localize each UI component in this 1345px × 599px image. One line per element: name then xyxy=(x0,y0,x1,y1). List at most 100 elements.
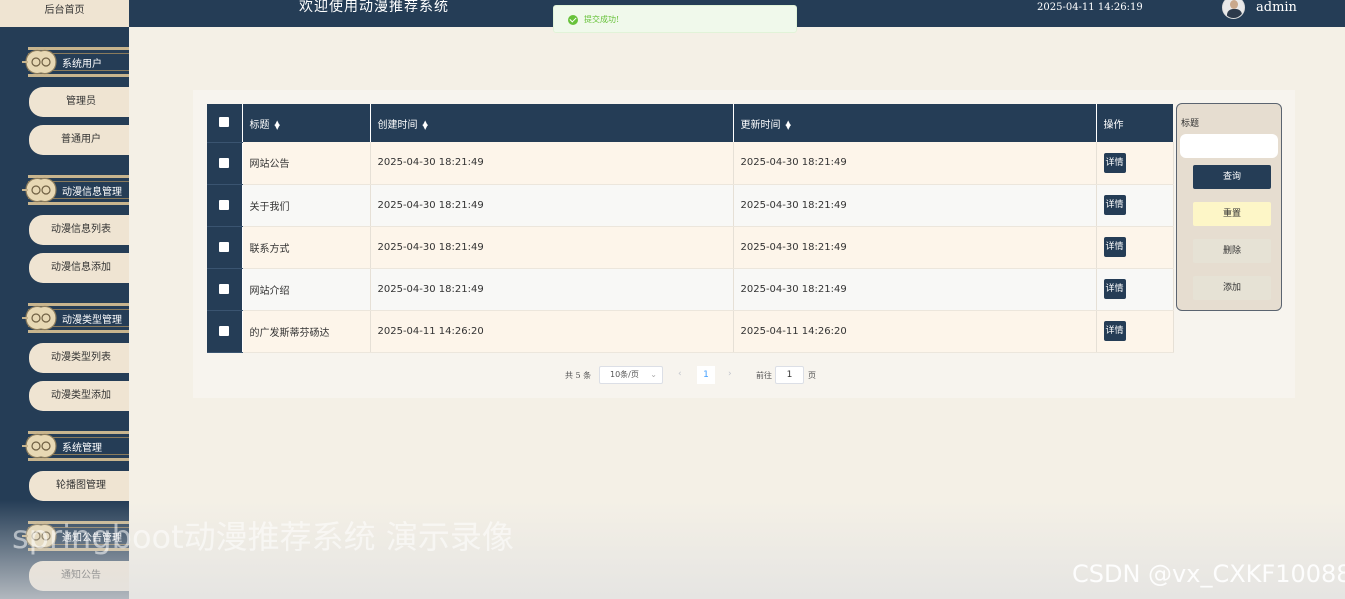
cell-updated: 2025-04-30 18:21:49 xyxy=(733,268,1097,311)
goto-suffix: 页 xyxy=(808,371,816,380)
cloud-ornament-icon xyxy=(22,305,57,331)
cell-title: 网站介绍 xyxy=(242,268,371,311)
delete-button[interactable]: 删除 xyxy=(1193,239,1271,263)
add-button[interactable]: 添加 xyxy=(1193,276,1271,300)
cell-action: 详情 xyxy=(1096,226,1174,269)
goto-page-input[interactable]: 1 xyxy=(775,366,804,384)
toast-message: 提交成功! xyxy=(584,15,620,24)
video-watermark: springboot动漫推荐系统 演示录像 xyxy=(12,518,514,556)
column-header-action: 操作 xyxy=(1096,104,1173,142)
sort-icon[interactable]: ▲ ▼ xyxy=(423,119,428,130)
search-title-input[interactable] xyxy=(1180,134,1278,158)
sidebar-item-type-list[interactable]: 动漫类型列表 xyxy=(29,343,129,373)
cell-action: 详情 xyxy=(1096,142,1174,185)
cell-action: 详情 xyxy=(1096,310,1174,353)
success-toast: 提交成功! xyxy=(553,5,797,33)
sidebar-item-admin[interactable]: 管理员 xyxy=(29,87,129,117)
row-checkbox[interactable] xyxy=(219,283,230,294)
row-checkbox[interactable] xyxy=(219,325,230,336)
sidebar: 后台首页 系统用户 管理员 普通用户 动漫信息管理 动漫信息列表 动漫信息添加 … xyxy=(0,0,129,599)
cell-created: 2025-04-11 14:26:20 xyxy=(370,310,734,353)
cell-action: 详情 xyxy=(1096,268,1174,311)
cell-updated: 2025-04-30 18:21:49 xyxy=(733,184,1097,227)
cell-created: 2025-04-30 18:21:49 xyxy=(370,142,734,185)
column-header-label: 创建时间 xyxy=(377,119,418,131)
sidebar-group-label: 动漫类型管理 xyxy=(62,315,122,326)
sidebar-item-carousel[interactable]: 轮播图管理 xyxy=(29,471,129,501)
query-button[interactable]: 查询 xyxy=(1193,165,1271,189)
reset-button[interactable]: 重置 xyxy=(1193,202,1271,226)
detail-button[interactable]: 详情 xyxy=(1103,152,1126,173)
goto-prefix: 前往 xyxy=(756,371,772,380)
page-number-current[interactable]: 1 xyxy=(697,366,715,384)
cell-title: 的广发斯蒂芬砀达 xyxy=(242,310,371,353)
table-row: 的广发斯蒂芬砀达 2025-04-11 14:26:20 2025-04-11 … xyxy=(207,310,1174,353)
success-check-icon xyxy=(568,15,578,25)
data-table: 标题 ▲ ▼ 创建时间 ▲ ▼ 更新时间 ▲ ▼ 操作 网站公告 2025-04-30 18… xyxy=(207,104,1174,353)
cell-updated: 2025-04-11 14:26:20 xyxy=(733,310,1097,353)
table-header-row: 标题 ▲ ▼ 创建时间 ▲ ▼ 更新时间 ▲ ▼ 操作 xyxy=(207,104,1173,143)
sort-icon[interactable]: ▲ ▼ xyxy=(275,119,280,130)
column-header-created[interactable]: 创建时间 ▲ ▼ xyxy=(370,104,734,142)
cell-created: 2025-04-30 18:21:49 xyxy=(370,226,734,269)
sidebar-group-label: 系统用户 xyxy=(62,59,102,70)
cell-title: 联系方式 xyxy=(242,226,371,269)
sidebar-item-type-add[interactable]: 动漫类型添加 xyxy=(29,381,129,411)
sidebar-group-anime-info[interactable]: 动漫信息管理 xyxy=(0,173,129,207)
chevron-down-icon: ⌄ xyxy=(650,370,657,379)
cell-action: 详情 xyxy=(1096,184,1174,227)
prev-page-button[interactable]: ‹ xyxy=(678,369,682,379)
page-size-value: 10条/页 xyxy=(610,370,639,379)
sidebar-item-normal-user[interactable]: 普通用户 xyxy=(29,125,129,155)
table-row: 联系方式 2025-04-30 18:21:49 2025-04-30 18:2… xyxy=(207,226,1174,269)
select-all-checkbox[interactable] xyxy=(219,117,230,128)
sidebar-group-system[interactable]: 系统管理 xyxy=(0,429,129,463)
column-header-updated[interactable]: 更新时间 ▲ ▼ xyxy=(733,104,1097,142)
cloud-ornament-icon xyxy=(22,433,57,459)
row-checkbox[interactable] xyxy=(219,241,230,252)
row-select-cell xyxy=(207,226,243,269)
detail-button[interactable]: 详情 xyxy=(1103,279,1126,299)
csdn-watermark: CSDN @vx_CXKF10088 xyxy=(1072,560,1345,588)
next-page-button[interactable]: › xyxy=(728,369,732,379)
table-row: 关于我们 2025-04-30 18:21:49 2025-04-30 18:2… xyxy=(207,184,1174,227)
sidebar-item-anime-add[interactable]: 动漫信息添加 xyxy=(29,253,129,283)
cell-created: 2025-04-30 18:21:49 xyxy=(370,184,734,227)
column-header-title[interactable]: 标题 ▲ ▼ xyxy=(242,104,371,142)
header-username[interactable]: admin xyxy=(1256,0,1297,15)
cell-updated: 2025-04-30 18:21:49 xyxy=(733,226,1097,269)
search-title-label: 标题 xyxy=(1181,119,1200,129)
column-header-label: 更新时间 xyxy=(740,119,781,131)
sidebar-item-notice[interactable]: 通知公告 xyxy=(29,561,129,591)
detail-button[interactable]: 详情 xyxy=(1103,195,1126,215)
sidebar-home-link[interactable]: 后台首页 xyxy=(0,0,129,27)
page-size-select[interactable]: 10条/页 ⌄ xyxy=(599,366,663,384)
sidebar-group-anime-type[interactable]: 动漫类型管理 xyxy=(0,301,129,335)
row-select-cell xyxy=(207,142,243,185)
cloud-ornament-icon xyxy=(22,177,57,203)
sidebar-group-system-users[interactable]: 系统用户 xyxy=(0,45,129,79)
page-title: 欢迎使用动漫推荐系统 xyxy=(299,0,449,15)
cell-title: 关于我们 xyxy=(242,184,371,227)
table-row: 网站公告 2025-04-30 18:21:49 2025-04-30 18:2… xyxy=(207,142,1174,185)
table-row: 网站介绍 2025-04-30 18:21:49 2025-04-30 18:2… xyxy=(207,268,1174,311)
avatar[interactable] xyxy=(1222,0,1245,19)
row-checkbox[interactable] xyxy=(219,157,230,168)
detail-button[interactable]: 详情 xyxy=(1103,237,1126,257)
cloud-ornament-icon xyxy=(22,49,57,75)
cell-updated: 2025-04-30 18:21:49 xyxy=(733,142,1097,185)
cell-title: 网站公告 xyxy=(242,142,371,185)
row-select-cell xyxy=(207,268,243,311)
pagination-total: 共 5 条 xyxy=(565,371,592,380)
cell-created: 2025-04-30 18:21:49 xyxy=(370,268,734,311)
sort-icon[interactable]: ▲ ▼ xyxy=(786,119,791,130)
column-header-label: 标题 xyxy=(249,119,270,131)
detail-button[interactable]: 详情 xyxy=(1103,321,1126,341)
sidebar-group-label: 动漫信息管理 xyxy=(62,187,122,198)
search-panel: 标题 查询 重置 删除 添加 xyxy=(1176,103,1282,311)
sidebar-item-anime-list[interactable]: 动漫信息列表 xyxy=(29,215,129,245)
select-all-cell xyxy=(207,104,243,143)
header-clock: 2025-04-11 14:26:19 xyxy=(1037,2,1143,13)
sidebar-group-label: 系统管理 xyxy=(62,443,102,454)
row-checkbox[interactable] xyxy=(219,199,230,210)
